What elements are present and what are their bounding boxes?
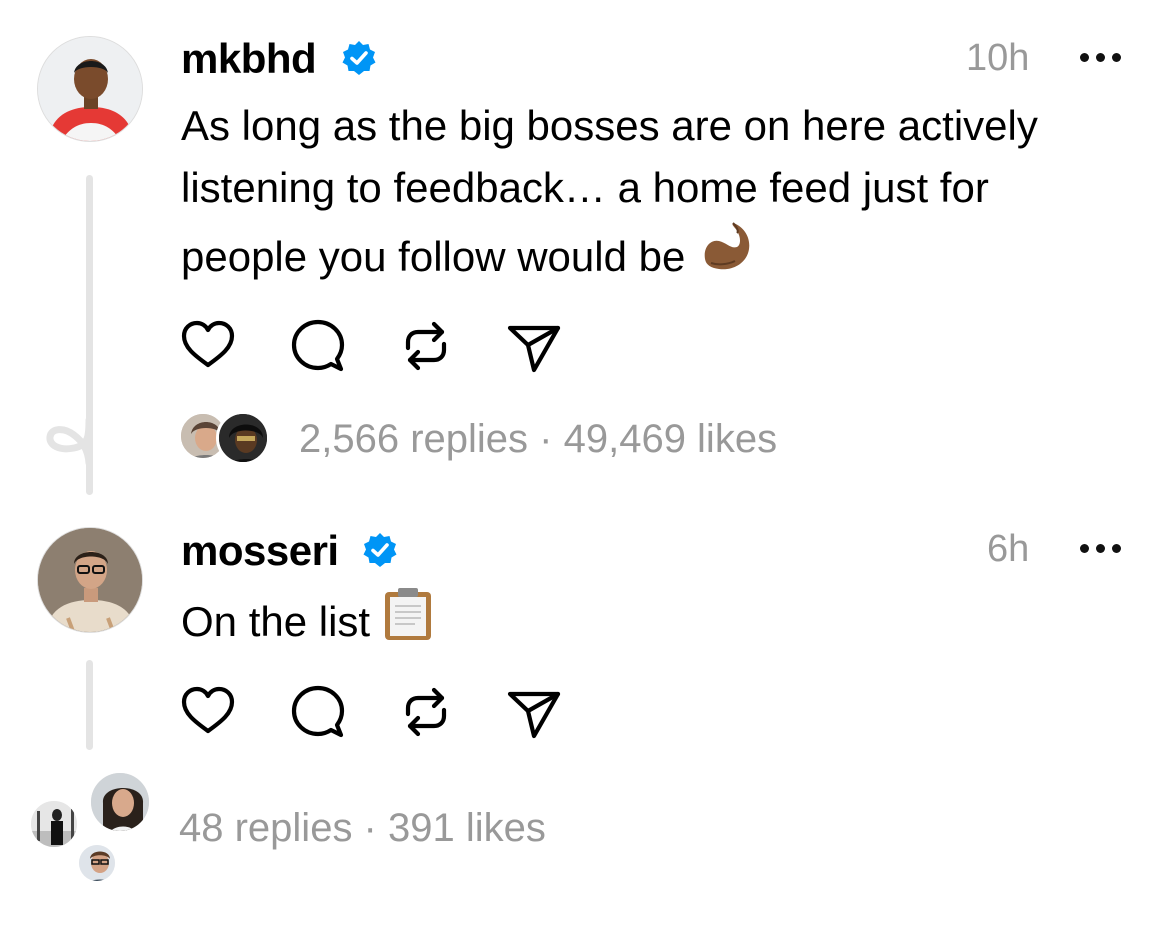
post-text-line: As long as the big bosses are on here ac… [181,102,1038,149]
repost-button[interactable] [398,684,454,740]
post-actions [180,318,580,374]
reply-button[interactable] [290,684,346,740]
replier-photo-icon [219,414,267,462]
post-text-line: people you follow would be [181,233,686,280]
post-stats[interactable]: 2,566 replies · 49,469 likes [299,419,777,459]
timestamp: 10h [966,37,1030,79]
avatar-photo-icon [38,37,142,141]
pinched-fingers-emoji [704,222,750,270]
repost-icon [405,687,447,737]
reply-button[interactable] [290,318,346,374]
thread-line [86,660,93,750]
post-text-line: listening to feedback… a home feed just … [181,164,989,211]
repost-icon [405,321,447,371]
heart-icon [181,320,235,368]
post-mkbhd: mkbhd 10h As long as the big bosses are … [0,0,1170,500]
post-text-line: On the list [181,598,371,645]
replier-photo-icon [79,845,115,881]
post-text-line-with-emoji: people you follow would be [181,219,1141,288]
verified-badge-icon [363,533,397,567]
replier-avatar [88,770,152,834]
avatar[interactable] [37,36,143,142]
post-mosseri: mosseri 6h On the list 48 replies · 391 … [0,500,1170,925]
more-options-icon[interactable] [1080,541,1124,555]
replier-photo-icon [31,801,77,847]
replier-avatar [216,411,270,465]
username[interactable]: mosseri [181,530,339,572]
post-text: As long as the big bosses are on here ac… [181,95,1141,288]
avatar-photo-icon [38,528,142,632]
send-icon [507,325,561,373]
repost-button[interactable] [398,318,454,374]
post-actions [180,684,580,740]
post-text: On the list [181,586,1141,653]
replier-photo-icon [91,773,149,831]
send-icon [507,691,561,739]
post-stats[interactable]: 48 replies · 391 likes [179,808,546,848]
comment-icon [291,685,345,738]
clipboard-emoji [384,588,431,640]
replier-avatar [76,842,118,884]
avatar[interactable] [37,527,143,633]
like-button[interactable] [180,684,236,740]
timestamp: 6h [987,528,1030,570]
like-button[interactable] [180,318,236,374]
verified-badge-icon [342,41,376,75]
share-button[interactable] [506,318,562,374]
heart-icon [181,686,235,734]
replier-avatar [28,798,80,850]
thread-curl-icon [46,416,93,465]
share-button[interactable] [506,684,562,740]
username[interactable]: mkbhd [181,38,317,80]
more-options-icon[interactable] [1080,50,1124,64]
comment-icon [291,319,345,372]
